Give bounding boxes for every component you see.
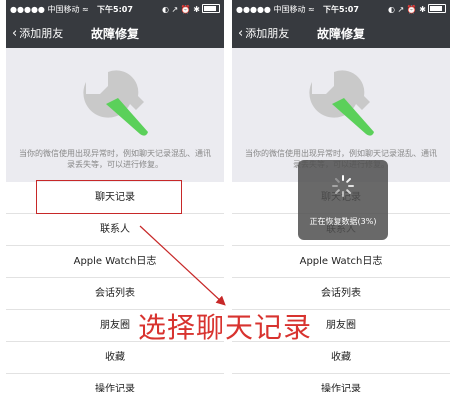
battery-icon — [202, 4, 220, 13]
nav-bar: ‹ 添加朋友 故障修复 — [6, 18, 224, 48]
bottom-strip — [0, 392, 456, 400]
page-title: 故障修复 — [90, 27, 140, 41]
wrench-icon — [309, 70, 374, 136]
nav-bar: ‹ 添加朋友 故障修复 — [232, 18, 450, 48]
list-item-operation-log[interactable]: 操作记录 — [232, 374, 450, 392]
highlight-box — [36, 180, 182, 214]
carrier-label: ●●●●● 中国移动 ≈ — [10, 5, 89, 14]
chevron-left-icon: ‹ — [12, 26, 18, 41]
back-button[interactable]: ‹ 添加朋友 — [238, 25, 289, 41]
wrench-icon — [83, 70, 148, 136]
page-title: 故障修复 — [316, 27, 366, 41]
list-item-apple-watch-log[interactable]: Apple Watch日志 — [6, 246, 224, 278]
status-time: 下午5:07 — [97, 5, 133, 14]
list-item-operation-log[interactable]: 操作记录 — [6, 374, 224, 392]
status-time: 下午5:07 — [323, 5, 359, 14]
status-bar: ●●●●● 中国移动 ≈ 下午5:07 ◐ ↗ ⏰ ✱ — [232, 0, 450, 18]
spinner-icon — [332, 175, 354, 197]
list-item-favorites[interactable]: 收藏 — [6, 342, 224, 374]
status-icons: ◐ ↗ ⏰ ✱ — [162, 4, 220, 14]
chevron-left-icon: ‹ — [238, 26, 244, 41]
loading-toast: 正在恢复数据(3%) — [298, 160, 388, 240]
carrier-label: ●●●●● 中国移动 ≈ — [236, 5, 315, 14]
status-icons: ◐ ↗ ⏰ ✱ — [388, 4, 446, 14]
list-item-favorites[interactable]: 收藏 — [232, 342, 450, 374]
status-bar: ●●●●● 中国移动 ≈ 下午5:07 ◐ ↗ ⏰ ✱ — [6, 0, 224, 18]
instruction-caption: 选择聊天记录 — [138, 311, 313, 344]
list-item-apple-watch-log[interactable]: Apple Watch日志 — [232, 246, 450, 278]
battery-icon — [428, 4, 446, 13]
loading-text: 正在恢复数据(3%) — [309, 217, 377, 226]
list-item-contacts[interactable]: 联系人 — [6, 214, 224, 246]
back-button[interactable]: ‹ 添加朋友 — [12, 25, 63, 41]
description-text: 当你的微信使用出现异常时，例如聊天记录混乱、通讯录丢失等，可以进行修复。 — [19, 149, 211, 169]
